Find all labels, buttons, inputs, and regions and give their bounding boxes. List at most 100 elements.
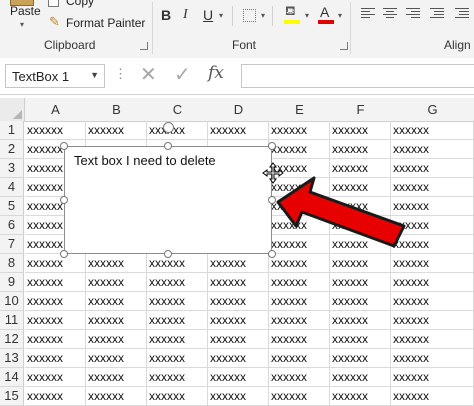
cell-f15[interactable]: xxxxxx (330, 387, 391, 406)
cell-c13[interactable]: xxxxxx (147, 349, 208, 368)
cell-f12[interactable]: xxxxxx (330, 330, 391, 349)
row-header[interactable]: 9 (0, 273, 24, 292)
fill-color-dropdown-icon[interactable]: ▾ (305, 11, 309, 20)
font-dialog-launcher-icon[interactable] (340, 42, 348, 50)
cell-g11[interactable]: xxxxxx (391, 311, 474, 330)
borders-button[interactable] (243, 9, 256, 22)
cell-f2[interactable]: xxxxxx (330, 140, 391, 159)
cell-d14[interactable]: xxxxxx (208, 368, 269, 387)
cell-f13[interactable]: xxxxxx (330, 349, 391, 368)
cell-d13[interactable]: xxxxxx (208, 349, 269, 368)
cell-a15[interactable]: xxxxxx (25, 387, 86, 406)
paste-button[interactable]: Paste ▾ (0, 0, 44, 34)
cell-b15[interactable]: xxxxxx (86, 387, 147, 406)
increase-indent-icon[interactable] (455, 8, 469, 20)
cell-g9[interactable]: xxxxxx (391, 273, 474, 292)
cell-f14[interactable]: xxxxxx (330, 368, 391, 387)
cell-a11[interactable]: xxxxxx (25, 311, 86, 330)
resize-handle[interactable] (164, 142, 172, 150)
row-header[interactable]: 5 (0, 197, 24, 216)
cell-f10[interactable]: xxxxxx (330, 292, 391, 311)
cell-f8[interactable]: xxxxxx (330, 254, 391, 273)
borders-dropdown-icon[interactable]: ▾ (261, 11, 265, 20)
cell-e9[interactable]: xxxxxx (269, 273, 330, 292)
cell-g15[interactable]: xxxxxx (391, 387, 474, 406)
row-header[interactable]: 15 (0, 387, 24, 406)
enter-check-icon[interactable]: ✓ (174, 64, 191, 86)
copy-button[interactable]: Copy (48, 0, 108, 8)
cell-d15[interactable]: xxxxxx (208, 387, 269, 406)
font-color-dropdown-icon[interactable]: ▾ (338, 11, 342, 20)
cell-c12[interactable]: xxxxxx (147, 330, 208, 349)
cell-c15[interactable]: xxxxxx (147, 387, 208, 406)
column-header-b[interactable]: B (86, 98, 148, 122)
cell-d11[interactable]: xxxxxx (208, 311, 269, 330)
row-header[interactable]: 8 (0, 254, 24, 273)
column-header-a[interactable]: A (25, 98, 87, 122)
row-header[interactable]: 10 (0, 292, 24, 311)
row-header[interactable]: 14 (0, 368, 24, 387)
row-header[interactable]: 2 (0, 140, 24, 159)
row-header[interactable]: 4 (0, 178, 24, 197)
cell-b8[interactable]: xxxxxx (86, 254, 147, 273)
cell-e12[interactable]: xxxxxx (269, 330, 330, 349)
cell-b13[interactable]: xxxxxx (86, 349, 147, 368)
row-header[interactable]: 6 (0, 216, 24, 235)
row-header[interactable]: 12 (0, 330, 24, 349)
cell-a14[interactable]: xxxxxx (25, 368, 86, 387)
cell-d9[interactable]: xxxxxx (208, 273, 269, 292)
clipboard-dialog-launcher-icon[interactable] (140, 42, 148, 50)
cell-e14[interactable]: xxxxxx (269, 368, 330, 387)
font-color-button[interactable]: A (318, 3, 334, 25)
resize-handle[interactable] (60, 250, 68, 258)
align-left-icon[interactable] (361, 8, 375, 20)
column-header-e[interactable]: E (269, 98, 331, 122)
italic-button[interactable]: I (183, 7, 188, 23)
row-header[interactable]: 11 (0, 311, 24, 330)
cell-e8[interactable]: xxxxxx (269, 254, 330, 273)
select-all-button[interactable] (0, 98, 25, 122)
column-header-c[interactable]: C (147, 98, 209, 122)
cell-b11[interactable]: xxxxxx (86, 311, 147, 330)
cell-g8[interactable]: xxxxxx (391, 254, 474, 273)
column-header-d[interactable]: D (208, 98, 270, 122)
cell-g14[interactable]: xxxxxx (391, 368, 474, 387)
cell-c10[interactable]: xxxxxx (147, 292, 208, 311)
cell-e15[interactable]: xxxxxx (269, 387, 330, 406)
cell-g13[interactable]: xxxxxx (391, 349, 474, 368)
name-box[interactable]: TextBox 1 ▼ (5, 64, 105, 88)
align-center-icon[interactable] (383, 8, 397, 20)
row-header[interactable]: 13 (0, 349, 24, 368)
row-header[interactable]: 7 (0, 235, 24, 254)
format-painter-button[interactable]: ✎ Format Painter (48, 14, 145, 31)
fill-color-button[interactable]: ⛾ (284, 3, 302, 25)
insert-function-button[interactable]: fx (208, 63, 224, 83)
underline-button[interactable]: U (203, 7, 213, 23)
cell-f1[interactable]: xxxxxx (330, 121, 391, 140)
row-header[interactable]: 1 (0, 121, 24, 140)
cell-e1[interactable]: xxxxxx (269, 121, 330, 140)
cell-d12[interactable]: xxxxxx (208, 330, 269, 349)
cell-g12[interactable]: xxxxxx (391, 330, 474, 349)
column-header-f[interactable]: F (330, 98, 392, 122)
rotation-handle[interactable] (163, 122, 174, 133)
cell-e2[interactable]: xxxxxx (269, 140, 330, 159)
cell-d8[interactable]: xxxxxx (208, 254, 269, 273)
cell-a8[interactable]: xxxxxx (25, 254, 86, 273)
chevron-down-icon[interactable]: ▼ (90, 70, 99, 80)
cell-c1[interactable]: xxxxxx (147, 121, 208, 140)
text-box[interactable]: Text box I need to delete (64, 146, 272, 254)
row-header[interactable]: 3 (0, 159, 24, 178)
cell-c8[interactable]: xxxxxx (147, 254, 208, 273)
cell-e11[interactable]: xxxxxx (269, 311, 330, 330)
cell-e13[interactable]: xxxxxx (269, 349, 330, 368)
resize-handle[interactable] (268, 142, 276, 150)
decrease-indent-icon[interactable] (430, 8, 444, 20)
cell-g1[interactable]: xxxxxx (391, 121, 474, 140)
resize-handle[interactable] (60, 142, 68, 150)
cell-g2[interactable]: xxxxxx (391, 140, 474, 159)
cell-b9[interactable]: xxxxxx (86, 273, 147, 292)
formula-input[interactable] (241, 64, 474, 88)
cell-d1[interactable]: xxxxxx (208, 121, 269, 140)
cell-e10[interactable]: xxxxxx (269, 292, 330, 311)
